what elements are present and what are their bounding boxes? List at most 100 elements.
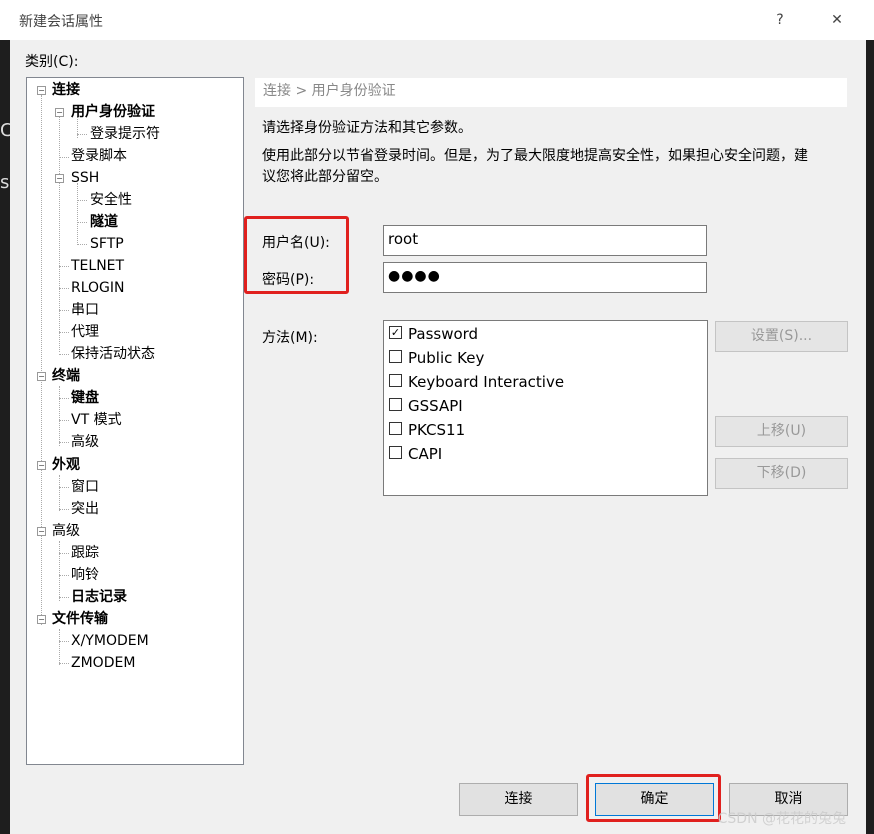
tree-line [59,442,69,443]
checkbox-checked-icon[interactable]: ✓ [389,326,402,339]
tree-line [59,310,69,311]
method-label-password: Password [408,325,479,343]
tree-item-terminal[interactable]: 终端 [52,366,80,386]
category-tree[interactable]: − − − − − − − 连接 用户身份验证 登录提示符 登录脚本 SSH 安… [26,77,244,765]
tree-line [59,487,69,488]
tree-line [77,183,78,243]
method-item-public-key[interactable]: Public Key [389,347,484,369]
method-label-keyboard-interactive: Keyboard Interactive [408,373,565,391]
collapse-icon[interactable]: − [55,174,64,183]
tree-line [59,509,69,510]
tree-item-zmodem[interactable]: ZMODEM [71,653,135,673]
tree-item-security[interactable]: 安全性 [90,190,132,210]
collapse-icon[interactable]: − [37,86,46,95]
method-item-gssapi[interactable]: GSSAPI [389,395,463,417]
tree-item-sftp[interactable]: SFTP [90,234,124,254]
watermark: CSDN @花花的兔兔 [717,811,846,827]
checkbox-icon[interactable] [389,422,402,435]
method-label-capi: CAPI [408,445,443,463]
method-label-public-key: Public Key [408,349,485,367]
tree-line [59,288,69,289]
tree-item-keyboard[interactable]: 键盘 [71,388,99,408]
tree-line [59,354,69,355]
checkbox-icon[interactable] [389,398,402,411]
tree-line [41,95,42,625]
description-text-line2: 议您将此部分留空。 [262,169,388,185]
tree-item-appearance[interactable]: 外观 [52,455,80,475]
description-text-line1: 使用此部分以节省登录时间。但是，为了最大限度地提高安全性，如果担心安全问题，建 [262,148,808,164]
tree-line [59,157,69,158]
tree-line [59,641,69,642]
tree-line [59,386,60,446]
tree-item-ssh[interactable]: SSH [71,168,99,188]
tree-item-highlight[interactable]: 突出 [71,499,99,519]
method-item-pkcs11[interactable]: PKCS11 [389,419,465,441]
tree-item-logging[interactable]: 日志记录 [71,587,127,607]
tree-item-authentication[interactable]: 用户身份验证 [71,102,155,122]
tree-line [59,266,69,267]
collapse-icon[interactable]: − [55,108,64,117]
checkbox-icon[interactable] [389,350,402,363]
annotation-highlight-box [586,774,721,822]
tree-line [77,200,87,201]
tree-item-file-transfer[interactable]: 文件传输 [52,609,108,629]
description-text: 请选择身份验证方法和其它参数。 [262,120,472,136]
tree-line [59,420,69,421]
tree-item-window[interactable]: 窗口 [71,477,99,497]
method-label-pkcs11: PKCS11 [408,421,466,439]
annotation-highlight-box [244,216,349,294]
tree-line [59,398,69,399]
tree-line [77,134,87,135]
tree-item-advanced[interactable]: 高级 [52,521,80,541]
tree-line [59,541,60,601]
tree-item-keep-alive[interactable]: 保持活动状态 [71,344,155,364]
breadcrumb: 连接 > 用户身份验证 [255,78,847,107]
tree-line [59,629,60,665]
tree-item-serial[interactable]: 串口 [71,300,99,320]
tree-item-vt-modes[interactable]: VT 模式 [71,410,122,430]
tree-line [59,575,69,576]
move-down-button[interactable]: 下移(D) [715,458,848,489]
background-fragment-2: s [0,172,10,193]
help-button[interactable]: ? [768,8,792,32]
username-input[interactable]: root [383,225,707,256]
checkbox-icon[interactable] [389,374,402,387]
method-label-gssapi: GSSAPI [408,397,463,415]
tree-line [77,244,87,245]
tree-item-bell[interactable]: 响铃 [71,565,99,585]
collapse-icon[interactable]: − [37,615,46,624]
tree-item-login-prompts[interactable]: 登录提示符 [90,124,160,144]
tree-item-tunneling[interactable]: 隧道 [90,212,118,232]
method-list[interactable]: ✓ Password Public Key Keyboard Interactiv… [383,320,708,496]
tree-item-xymodem[interactable]: X/YMODEM [71,631,149,651]
tree-line [77,222,87,223]
tree-item-telnet[interactable]: TELNET [71,256,124,276]
tree-line [59,663,69,664]
method-item-keyboard-interactive[interactable]: Keyboard Interactive [389,371,564,393]
connect-button[interactable]: 连接 [459,783,578,816]
window-title: 新建会话属性 [19,14,103,30]
method-item-password[interactable]: ✓ Password [389,323,478,345]
password-input[interactable]: ●●●● [383,262,707,293]
collapse-icon[interactable]: − [37,372,46,381]
checkbox-icon[interactable] [389,446,402,459]
move-up-button[interactable]: 上移(U) [715,416,848,447]
tree-line [59,116,60,352]
title-bar: 新建会话属性 ? ✕ [0,0,874,40]
tree-line [59,553,69,554]
tree-item-trace[interactable]: 跟踪 [71,543,99,563]
tree-item-proxy[interactable]: 代理 [71,322,99,342]
tree-item-rlogin[interactable]: RLOGIN [71,278,125,298]
tree-item-connection[interactable]: 连接 [52,80,80,100]
tree-line [59,597,69,598]
collapse-icon[interactable]: − [37,461,46,470]
close-button[interactable]: ✕ [825,8,849,32]
method-item-capi[interactable]: CAPI [389,443,442,465]
settings-button[interactable]: 设置(S)... [715,321,848,352]
tree-line [59,332,69,333]
tree-item-login-scripts[interactable]: 登录脚本 [71,146,127,166]
category-label: 类别(C): [25,54,79,70]
method-label: 方法(M): [262,330,318,346]
tree-item-terminal-advanced[interactable]: 高级 [71,432,99,452]
collapse-icon[interactable]: − [37,527,46,536]
